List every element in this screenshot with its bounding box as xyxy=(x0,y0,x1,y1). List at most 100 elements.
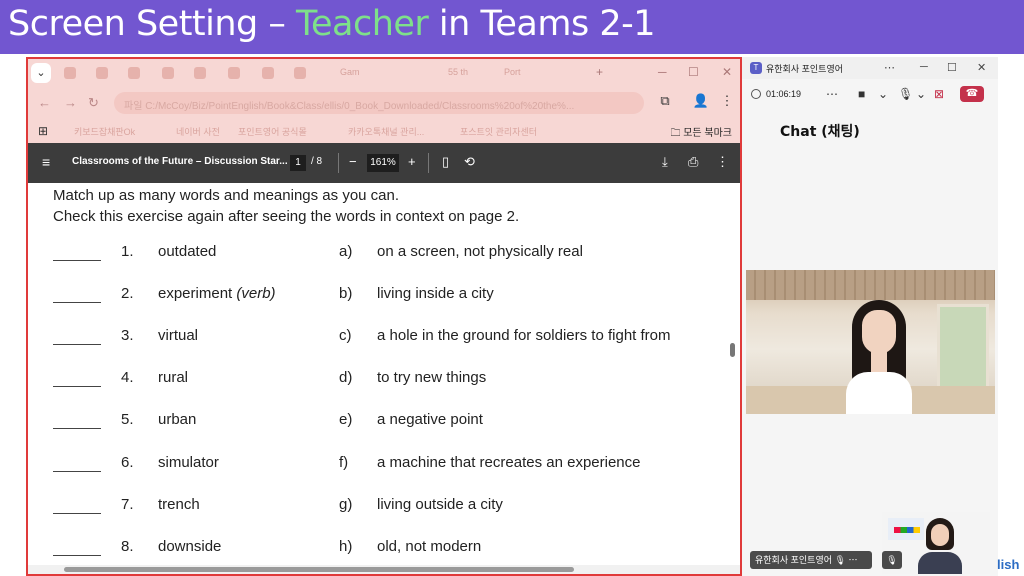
profile-avatar-icon[interactable]: 👤 xyxy=(692,93,710,111)
fit-page-icon[interactable]: ▯ xyxy=(442,154,449,170)
mic-muted-icon[interactable]: 🎙 xyxy=(898,87,913,101)
bookmark-item[interactable]: 네이버 사전 xyxy=(176,125,220,138)
close-icon[interactable]: ✕ xyxy=(977,61,986,74)
meaning-letter: c) xyxy=(339,327,352,345)
vocab-word: urban xyxy=(158,411,197,429)
bookmarks-bar: ⊞ 키보드잡채판Ok 네이버 사전 포인트영어 공식몰 카카오톡채널 관리...… xyxy=(28,119,740,143)
answer-blank[interactable] xyxy=(53,428,101,430)
worksheet-row: 4. rural d) to try new things xyxy=(28,369,736,391)
camera-icon[interactable]: ■ xyxy=(858,87,865,101)
zoom-out-icon[interactable]: − xyxy=(349,154,357,169)
back-icon[interactable]: ← xyxy=(38,95,51,110)
minimize-icon[interactable]: ─ xyxy=(920,61,928,73)
reload-icon[interactable]: ↻ xyxy=(88,95,99,111)
answer-blank[interactable] xyxy=(53,344,101,346)
meaning-text: living inside a city xyxy=(377,285,494,303)
chevron-down-icon[interactable]: ⌄ xyxy=(878,87,888,101)
download-icon[interactable]: ⤓ xyxy=(662,154,668,170)
worksheet-row: 6. simulator f) a machine that recreates an… xyxy=(28,454,736,476)
answer-blank[interactable] xyxy=(53,386,101,388)
answer-blank[interactable] xyxy=(53,302,101,304)
toolbar-divider xyxy=(428,153,429,173)
forward-icon[interactable]: → xyxy=(64,95,77,110)
pdf-menu-icon[interactable]: ≡ xyxy=(42,154,50,170)
maximize-icon[interactable]: ☐ xyxy=(947,61,957,74)
new-tab-icon[interactable]: + xyxy=(596,65,603,79)
faded-tab-icon[interactable] xyxy=(64,67,76,79)
worksheet-row: 8. downside h) old, not modern xyxy=(28,538,736,560)
horizontal-scrollbar-thumb[interactable] xyxy=(64,567,574,572)
item-number: 1. xyxy=(121,243,134,260)
toolbar-divider xyxy=(338,153,339,173)
faded-tab-label[interactable]: Gam xyxy=(340,67,360,77)
video-ceiling xyxy=(746,270,995,300)
bookmark-item[interactable]: 포스트잇 관리자센터 xyxy=(460,125,537,138)
faded-tab-label[interactable]: Port xyxy=(504,67,521,77)
meaning-text: old, not modern xyxy=(377,537,482,555)
vertical-scrollbar-thumb[interactable] xyxy=(730,343,735,357)
horizontal-scrollbar[interactable] xyxy=(28,565,740,574)
faded-tab-icon[interactable] xyxy=(96,67,108,79)
bookmark-item[interactable]: 키보드잡채판Ok xyxy=(74,125,135,138)
item-number: 4. xyxy=(121,369,134,387)
participant-name-tag: 유한회사 포인트영어 🎙 ⋯ xyxy=(750,551,872,569)
meaning-letter: g) xyxy=(339,495,353,513)
video-window xyxy=(937,304,989,392)
faded-tab-icon[interactable] xyxy=(262,67,274,79)
extensions-icon[interactable]: ⧉ xyxy=(656,93,674,111)
leave-call-button[interactable]: ☎ xyxy=(960,86,984,102)
faded-tab-label[interactable]: 55 th xyxy=(448,67,468,77)
meaning-text: a hole in the ground for soldiers to fig… xyxy=(377,327,671,345)
minimize-icon[interactable]: ─ xyxy=(658,65,667,79)
bookmark-item[interactable]: 포인트영어 공식몰 xyxy=(238,125,307,138)
pdf-document-title: Classrooms of the Future – Discussion St… xyxy=(72,156,288,167)
mic-muted-icon: 🎙 xyxy=(882,551,902,569)
answer-blank[interactable] xyxy=(53,470,101,472)
answer-blank[interactable] xyxy=(53,554,101,556)
meaning-letter: d) xyxy=(339,369,353,387)
answer-blank[interactable] xyxy=(53,260,101,261)
all-bookmarks-button[interactable]: 🗀 모든 북마크 xyxy=(670,124,732,143)
url-input[interactable]: 파일 C:/McCoy/Biz/PointEnglish/Book&Class/… xyxy=(114,92,644,114)
share-screen-icon[interactable]: ⊠ xyxy=(934,87,944,101)
meaning-letter: b) xyxy=(339,285,353,303)
print-icon[interactable]: ⎙ xyxy=(688,154,698,170)
rotate-icon[interactable]: ⟲ xyxy=(464,154,475,170)
answer-blank[interactable] xyxy=(53,512,101,514)
faded-tab-icon[interactable] xyxy=(194,67,206,79)
chevron-down-icon[interactable]: ⌄ xyxy=(916,87,926,101)
address-bar-row: ← → ↻ 파일 C:/McCoy/Biz/PointEnglish/Book&… xyxy=(28,87,740,119)
tab-search-dropdown[interactable]: ⌄ xyxy=(31,63,51,83)
meaning-text: to try new things xyxy=(377,369,487,387)
teams-titlebar: T 유한회사 포인트영어 ⋯ ─ ☐ ✕ xyxy=(742,57,998,79)
tab-strip: ⌄ Gam 55 th Port + ─ ☐ ✕ xyxy=(28,59,740,87)
browser-window: ⌄ Gam 55 th Port + ─ ☐ ✕ ← → ↻ 파일 C:/McC… xyxy=(26,57,742,576)
more-actions-icon[interactable]: ⋯ xyxy=(826,87,838,101)
vocab-word: downside xyxy=(158,537,222,555)
close-icon[interactable]: ✕ xyxy=(722,65,732,79)
zoom-in-icon[interactable]: + xyxy=(408,154,416,169)
faded-tab-icon[interactable] xyxy=(228,67,240,79)
apps-grid-icon[interactable]: ⊞ xyxy=(38,124,48,138)
call-toolbar: 01:06:19 ⋯ ■ ⌄ 🎙 ⌄ ⊠ ☎ xyxy=(742,79,998,109)
menu-kebab-icon[interactable]: ⋮ xyxy=(718,93,736,111)
zoom-level-input[interactable]: 161% xyxy=(367,154,399,172)
worksheet-row: 5. urban e) a negative point xyxy=(28,411,736,433)
vocab-word: virtual xyxy=(158,327,199,345)
meaning-letter: a) xyxy=(339,243,353,260)
more-options-icon[interactable]: ⋯ xyxy=(884,61,895,74)
chat-heading: Chat (채팅) xyxy=(780,124,860,140)
participant-video[interactable] xyxy=(746,270,995,414)
pdf-page-input[interactable]: 1 xyxy=(290,155,306,171)
meaning-text: on a screen, not physically real xyxy=(377,243,583,260)
faded-tab-icon[interactable] xyxy=(294,67,306,79)
bookmark-item[interactable]: 카카오톡채널 관리... xyxy=(348,125,424,138)
pdf-more-icon[interactable]: ⋮ xyxy=(716,154,729,170)
meaning-text: living outside a city xyxy=(377,495,503,513)
item-number: 7. xyxy=(121,495,134,513)
worksheet-instruction: Check this exercise again after seeing t… xyxy=(53,208,520,225)
maximize-icon[interactable]: ☐ xyxy=(688,65,699,79)
faded-tab-icon[interactable] xyxy=(162,67,174,79)
faded-tab-icon[interactable] xyxy=(128,67,140,79)
vocab-word: experiment (verb) xyxy=(158,285,276,303)
